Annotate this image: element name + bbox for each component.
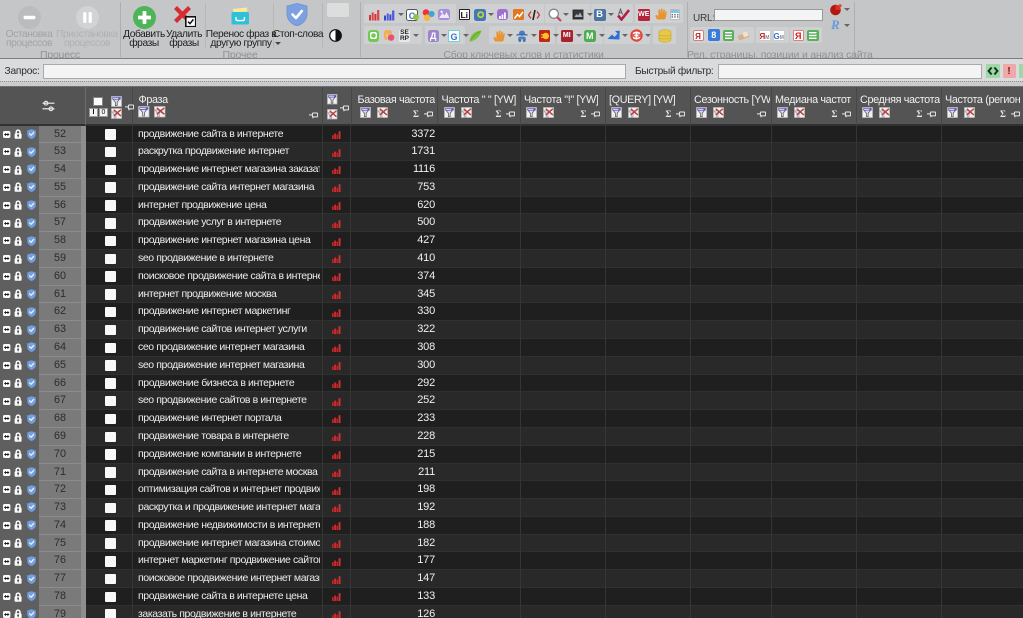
svg-text:,: ,: [833, 21, 835, 31]
